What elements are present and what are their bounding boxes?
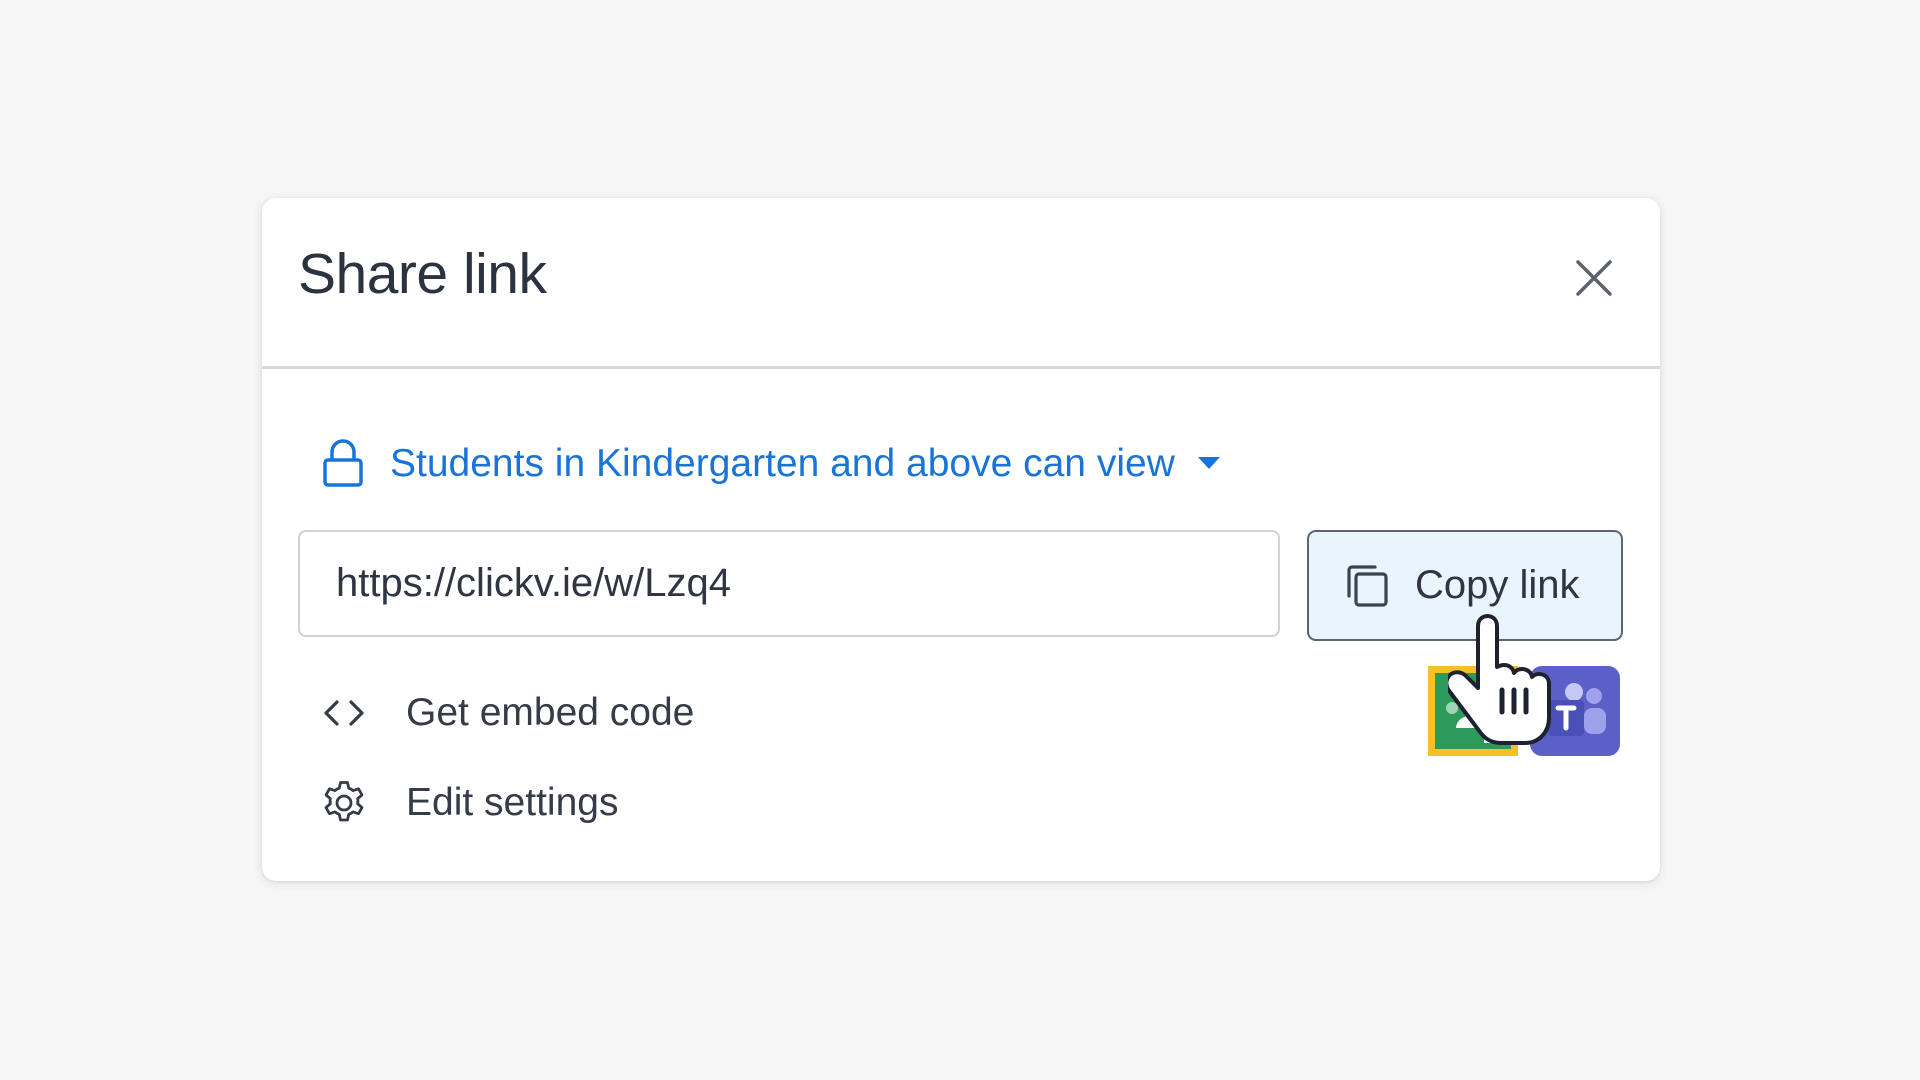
dialog-title: Share link	[298, 242, 547, 306]
visibility-dropdown[interactable]: Students in Kindergarten and above can v…	[322, 438, 1221, 488]
dialog-header: Share link	[262, 198, 1660, 369]
edit-settings-button[interactable]: Edit settings	[320, 776, 618, 830]
microsoft-teams-share-button[interactable]	[1530, 666, 1620, 756]
close-icon	[1576, 260, 1612, 296]
edit-settings-label: Edit settings	[406, 781, 619, 824]
share-url-field[interactable]	[298, 530, 1280, 637]
lock-icon	[323, 439, 363, 487]
visibility-label: Students in Kindergarten and above can v…	[390, 441, 1175, 485]
caret-down-icon	[1197, 457, 1220, 469]
gear-icon	[324, 781, 364, 822]
copy-icon	[1347, 564, 1388, 607]
copy-link-label: Copy link	[1415, 563, 1580, 607]
microsoft-teams-icon	[1530, 666, 1620, 756]
share-link-dialog: Share link Students in Kindergarten and …	[262, 198, 1660, 881]
copy-link-button[interactable]: Copy link	[1307, 530, 1623, 641]
code-brackets-icon	[324, 700, 364, 726]
get-embed-code-button[interactable]: Get embed code	[320, 686, 694, 740]
google-classroom-icon	[1428, 666, 1518, 756]
get-embed-code-label: Get embed code	[406, 691, 695, 734]
close-button[interactable]	[1572, 256, 1616, 300]
google-classroom-share-button[interactable]	[1428, 666, 1518, 756]
